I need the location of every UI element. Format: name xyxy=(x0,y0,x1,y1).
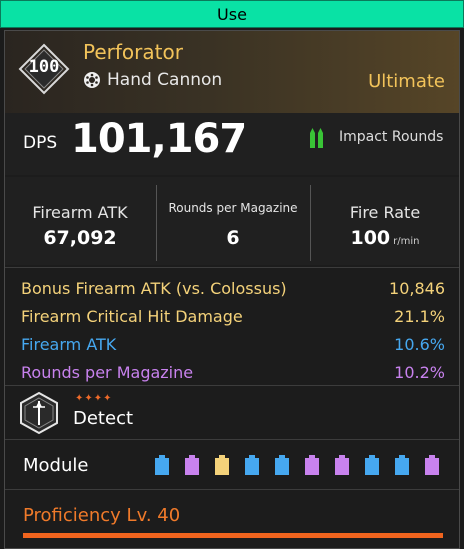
ammo-type: Impact Rounds xyxy=(339,129,444,145)
bonus-stat-value: 10.6% xyxy=(394,334,445,354)
rarity-label: Ultimate xyxy=(368,71,445,92)
stat-label: Fire Rate xyxy=(349,203,421,222)
divider xyxy=(5,489,459,490)
stat-fire-rate: Fire Rate 100 r/min xyxy=(311,177,459,265)
weapon-type-label: Hand Cannon xyxy=(107,70,223,90)
stat-label: Rounds per Magazine xyxy=(168,201,298,215)
module-slot-icon[interactable] xyxy=(305,455,319,475)
bonus-stat-label: Firearm ATK xyxy=(21,334,117,354)
proficiency-bar-fill xyxy=(23,533,443,538)
bonus-stat-value: 21.1% xyxy=(394,306,445,326)
weapon-card: 100 Perforator Hand Cannon Ultimate DPS … xyxy=(4,30,460,549)
stat-value: 6 xyxy=(226,227,240,249)
level-badge: 100 xyxy=(28,57,60,77)
use-button[interactable]: Use xyxy=(0,0,464,28)
bonus-stats: Bonus Firearm ATK (vs. Colossus) 10,846 … xyxy=(21,275,445,385)
module-slot-icon[interactable] xyxy=(185,455,199,475)
stat-firearm-atk: Firearm ATK 67,092 xyxy=(5,177,155,265)
bonus-stat-row: Rounds per Magazine 10.2% xyxy=(21,359,445,385)
module-slot-icon[interactable] xyxy=(335,455,349,475)
weapon-type: Hand Cannon xyxy=(83,70,222,90)
ability-name: Detect xyxy=(73,408,134,429)
proficiency-bar xyxy=(23,533,443,538)
module-slot-icon[interactable] xyxy=(395,455,409,475)
bonus-stat-row: Firearm ATK 10.6% xyxy=(21,331,445,357)
dps-label: DPS xyxy=(23,133,58,153)
dps-section: DPS 101,167 Impact Rounds xyxy=(5,113,459,175)
bonus-stat-label: Bonus Firearm ATK (vs. Colossus) xyxy=(21,278,287,298)
detect-ability-icon xyxy=(20,391,58,435)
dps-value: 101,167 xyxy=(71,116,247,162)
module-slot-icon[interactable] xyxy=(245,455,259,475)
module-label: Module xyxy=(23,455,89,476)
hand-cannon-icon xyxy=(84,72,100,88)
stat-value: 67,092 xyxy=(43,227,117,249)
base-stats: Firearm ATK 67,092 Rounds per Magazine 6… xyxy=(5,177,459,265)
divider xyxy=(5,439,459,440)
weapon-name: Perforator xyxy=(83,40,183,64)
bonus-stat-label: Firearm Critical Hit Damage xyxy=(21,306,243,326)
module-slots xyxy=(155,455,445,479)
module-slot-icon[interactable] xyxy=(425,455,439,475)
divider xyxy=(5,385,459,386)
bonus-stat-value: 10.2% xyxy=(394,362,445,382)
stat-rounds-per-magazine: Rounds per Magazine 6 xyxy=(157,177,309,265)
impact-rounds-icon xyxy=(310,128,323,148)
bonus-stat-label: Rounds per Magazine xyxy=(21,362,194,382)
proficiency-label: Proficiency Lv. 40 xyxy=(23,505,181,526)
module-slot-icon[interactable] xyxy=(365,455,379,475)
module-slot-icon[interactable] xyxy=(275,455,289,475)
module-slot-icon[interactable] xyxy=(215,455,229,475)
stat-value: 100 r/min xyxy=(350,227,420,249)
divider xyxy=(5,267,459,268)
bonus-stat-row: Firearm Critical Hit Damage 21.1% xyxy=(21,303,445,329)
weapon-header: 100 Perforator Hand Cannon Ultimate xyxy=(5,31,459,113)
stat-label: Firearm ATK xyxy=(32,203,128,222)
bonus-stat-value: 10,846 xyxy=(389,278,445,298)
bonus-stat-row: Bonus Firearm ATK (vs. Colossus) 10,846 xyxy=(21,275,445,301)
stat-unit: r/min xyxy=(393,236,420,247)
module-slot-icon[interactable] xyxy=(155,455,169,475)
ability-stars: ✦✦✦✦ xyxy=(75,393,113,404)
